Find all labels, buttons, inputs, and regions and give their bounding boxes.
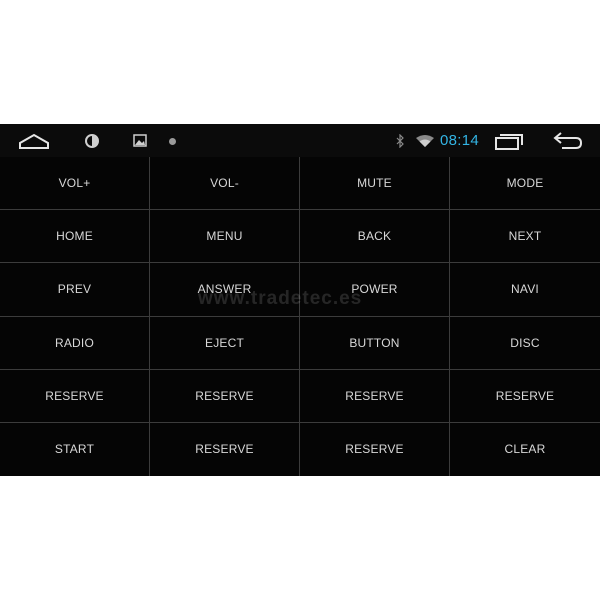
key-back-button[interactable]: BACK xyxy=(300,210,450,264)
status-clock: 08:14 xyxy=(440,132,480,149)
key-clear-button[interactable]: CLEAR xyxy=(450,422,600,476)
key-reserve-button[interactable]: RESERVE xyxy=(450,369,600,423)
status-bar: 08:14 xyxy=(0,124,600,157)
steering-key-grid: VOL+ VOL- MUTE MODE HOME MENU BACK NEXT … xyxy=(0,157,600,476)
key-vol-down-button[interactable]: VOL- xyxy=(150,157,300,211)
key-button-button[interactable]: BUTTON xyxy=(300,316,450,370)
key-reserve-button[interactable]: RESERVE xyxy=(150,422,300,476)
wifi-icon xyxy=(416,135,434,147)
key-mute-button[interactable]: MUTE xyxy=(300,157,450,211)
key-menu-button[interactable]: MENU xyxy=(150,210,300,264)
key-next-button[interactable]: NEXT xyxy=(450,210,600,264)
bluetooth-icon xyxy=(396,134,404,148)
key-start-button[interactable]: START xyxy=(0,422,150,476)
key-vol-up-button[interactable]: VOL+ xyxy=(0,157,150,211)
media-dot-icon xyxy=(169,138,176,145)
key-disc-button[interactable]: DISC xyxy=(450,316,600,370)
key-power-button[interactable]: POWER xyxy=(300,263,450,317)
key-reserve-button[interactable]: RESERVE xyxy=(300,369,450,423)
key-home-button[interactable]: HOME xyxy=(0,210,150,264)
home-icon[interactable] xyxy=(18,132,50,150)
key-radio-button[interactable]: RADIO xyxy=(0,316,150,370)
key-mode-button[interactable]: MODE xyxy=(450,157,600,211)
key-reserve-button[interactable]: RESERVE xyxy=(150,369,300,423)
recent-apps-icon[interactable] xyxy=(494,132,524,150)
key-answer-button[interactable]: ANSWER xyxy=(150,263,300,317)
key-navi-button[interactable]: NAVI xyxy=(450,263,600,317)
key-reserve-button[interactable]: RESERVE xyxy=(0,369,150,423)
key-prev-button[interactable]: PREV xyxy=(0,263,150,317)
gallery-icon xyxy=(133,134,147,147)
back-icon[interactable] xyxy=(552,132,582,150)
brightness-icon xyxy=(85,134,99,148)
key-eject-button[interactable]: EJECT xyxy=(150,316,300,370)
device-screen: 08:14 VOL+ VOL- MUTE MODE HOME MENU BACK… xyxy=(0,124,600,476)
key-reserve-button[interactable]: RESERVE xyxy=(300,422,450,476)
